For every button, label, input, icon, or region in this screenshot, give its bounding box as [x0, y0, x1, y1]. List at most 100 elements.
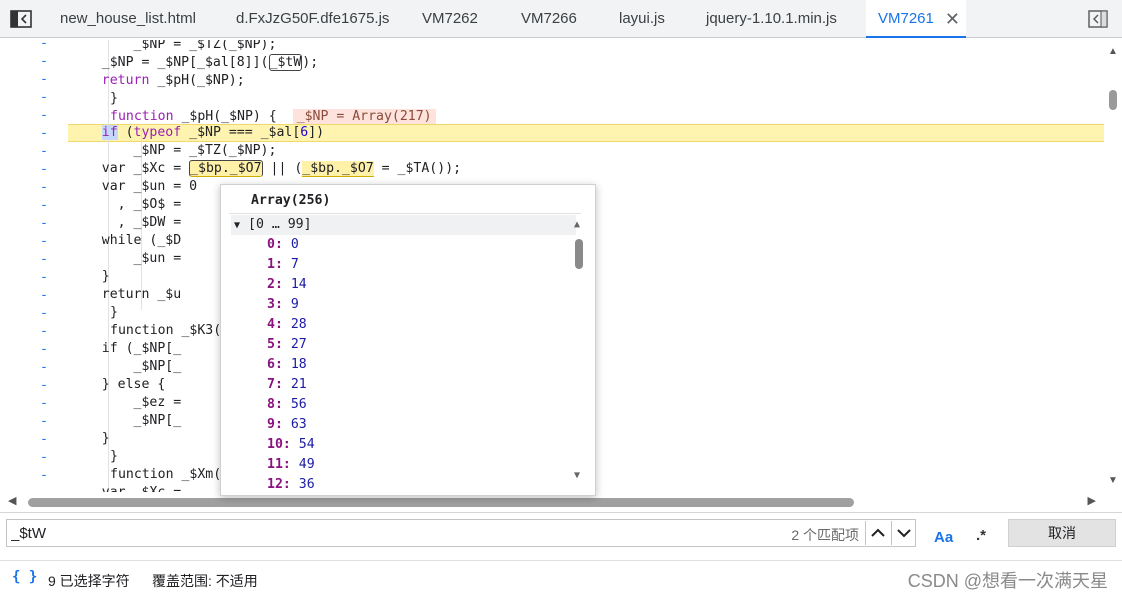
gutter-marker[interactable]: -	[40, 144, 50, 159]
entry-value: 14	[290, 277, 307, 292]
code-line: var _$un = 0	[70, 179, 198, 194]
scroll-down-icon[interactable]: ▼	[1108, 475, 1118, 486]
gutter-marker[interactable]: -	[40, 396, 50, 411]
array-entry: 0: 0	[267, 237, 299, 252]
array-entry: 6: 18	[267, 357, 307, 372]
tab-layui-js[interactable]: layui.js	[619, 0, 665, 38]
code-token: );	[302, 55, 319, 70]
pretty-print-icon[interactable]: { }	[12, 569, 37, 585]
entry-key: 3	[267, 297, 275, 312]
code-line: , _$O$ =	[70, 197, 182, 212]
array-entry: 9: 63	[267, 417, 307, 432]
array-entry: 12: 36	[267, 477, 315, 492]
tab-jquery[interactable]: jquery-1.10.1.min.js	[706, 0, 837, 38]
gutter-marker[interactable]: -	[40, 306, 50, 321]
gutter-marker[interactable]: -	[40, 450, 50, 465]
inline-value-badge: _$NP = Array(217)	[292, 109, 436, 124]
scroll-down-icon[interactable]: ▼	[574, 470, 580, 481]
code-line-current: if (typeof _$NP === _$al[6])	[70, 124, 324, 142]
cancel-button[interactable]: 取消	[1008, 519, 1116, 547]
gutter-marker[interactable]: -	[40, 468, 50, 483]
code-token: (	[117, 125, 134, 140]
gutter-marker[interactable]: -	[40, 54, 50, 69]
tab-vm7261[interactable]: VM7261 ✕	[866, 0, 966, 38]
scrollbar-thumb[interactable]	[575, 239, 583, 269]
gutter-marker[interactable]: -	[40, 108, 50, 123]
code-line: _$NP = _$TZ(_$NP);	[70, 40, 277, 52]
code-line: var _$Xc =	[70, 484, 181, 492]
code-line: _$ez =	[70, 395, 182, 410]
code-token: _$bp._$O7	[302, 161, 374, 177]
entry-value: 9	[290, 297, 299, 312]
code-line: }	[110, 91, 118, 106]
array-entry: 5: 27	[267, 337, 307, 352]
regex-toggle[interactable]: .*	[976, 527, 986, 544]
gutter-marker[interactable]: -	[40, 342, 50, 357]
popover-scrollbar[interactable]: ▲ ▼	[573, 219, 585, 481]
entry-value: 63	[290, 417, 307, 432]
gutter-marker[interactable]: -	[40, 432, 50, 447]
search-input[interactable]	[11, 522, 771, 544]
hovered-expression[interactable]: _$bp._$O7	[189, 160, 263, 177]
scroll-left-icon[interactable]: ◀	[8, 494, 16, 507]
toggle-navigator-icon[interactable]	[10, 10, 32, 28]
code-token: _$pH(_$NP) {	[173, 109, 293, 124]
gutter-marker[interactable]: -	[40, 216, 50, 231]
range-label: [0 … 99]	[248, 217, 312, 232]
scrollbar-thumb[interactable]	[28, 498, 854, 507]
coverage-status: 覆盖范围: 不适用	[152, 573, 258, 589]
tab-new-house-list[interactable]: new_house_list.html	[60, 0, 196, 38]
gutter-marker[interactable]: -	[40, 360, 50, 375]
gutter-marker[interactable]: -	[40, 378, 50, 393]
code-token: _$NP = _$NP[_$al[8]](	[70, 55, 269, 70]
array-range-toggle[interactable]: ▼ [0 … 99]	[231, 215, 576, 235]
entry-key: 0	[267, 237, 275, 252]
scroll-up-icon[interactable]: ▲	[574, 219, 580, 230]
entry-value: 21	[290, 377, 307, 392]
code-line: return _$u	[70, 287, 182, 302]
gutter-marker[interactable]: -	[40, 90, 50, 105]
array-entry: 11: 49	[267, 457, 315, 472]
scroll-up-icon[interactable]: ▲	[1108, 46, 1118, 57]
gutter-marker[interactable]: -	[40, 40, 50, 51]
entry-key: 11	[267, 457, 283, 472]
gutter-marker[interactable]: -	[40, 324, 50, 339]
match-count: 2 个匹配项	[791, 527, 859, 543]
gutter-marker[interactable]: -	[40, 180, 50, 195]
code-line: _$NP = _$TZ(_$NP);	[70, 143, 277, 158]
tab-vm7266[interactable]: VM7266	[521, 0, 577, 38]
gutter-marker[interactable]: -	[40, 234, 50, 249]
find-bar: 2 个匹配项 Aa .* 取消	[0, 512, 1122, 554]
value-popover[interactable]: Array(256) ▼ [0 … 99] 0: 0 1: 7 2: 14 3: …	[220, 184, 596, 496]
code-line: _$NP[_	[70, 413, 182, 428]
gutter-marker[interactable]: -	[40, 414, 50, 429]
code-line: function _$K3(	[110, 323, 222, 338]
entry-value: 54	[298, 437, 315, 452]
gutter-marker[interactable]: -	[40, 126, 50, 141]
previous-match-button[interactable]	[865, 521, 889, 545]
gutter-marker[interactable]: -	[40, 252, 50, 267]
scrollbar-thumb[interactable]	[1109, 90, 1117, 110]
editor-horizontal-scrollbar[interactable]: ◀ ▶	[0, 494, 1104, 510]
tab-dfe1675-js[interactable]: d.FxJzG50F.dfe1675.js	[236, 0, 389, 38]
code-token: _$pH(_$NP);	[149, 73, 245, 88]
tab-label: VM7262	[422, 10, 478, 27]
match-case-toggle[interactable]: Aa	[934, 529, 953, 546]
code-token: _$NP === _$al[	[181, 125, 301, 140]
entry-value: 18	[290, 357, 307, 372]
gutter-marker[interactable]: -	[40, 198, 50, 213]
next-match-button[interactable]	[891, 521, 915, 545]
editor-vertical-scrollbar[interactable]: ▲ ▼	[1104, 40, 1122, 492]
gutter-marker[interactable]: -	[40, 288, 50, 303]
selection-status: 9 已选择字符	[48, 573, 130, 589]
entry-key: 4	[267, 317, 275, 332]
gutter-marker[interactable]: -	[40, 162, 50, 177]
close-tab-icon[interactable]: ✕	[945, 0, 960, 38]
code-line: if (_$NP[_	[70, 341, 182, 356]
scroll-right-icon[interactable]: ▶	[1088, 494, 1096, 507]
gutter-marker[interactable]: -	[40, 72, 50, 87]
entry-key: 5	[267, 337, 275, 352]
gutter-marker[interactable]: -	[40, 270, 50, 285]
toggle-debugger-icon[interactable]	[1088, 10, 1108, 28]
tab-vm7262[interactable]: VM7262	[422, 0, 478, 38]
